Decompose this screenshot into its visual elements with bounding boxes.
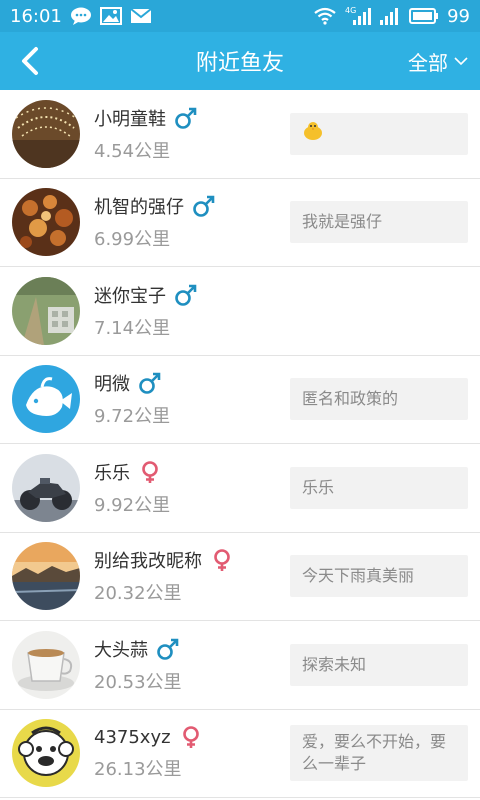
signature-box: 探索未知 [290,643,468,686]
status-bar: 16:01 4G 99 [0,0,480,32]
network-type-label: 4G [345,6,356,15]
signal-icon [379,6,401,26]
battery-icon [409,7,439,25]
list-item[interactable]: 乐乐 9.92公里 乐乐 [0,444,480,533]
signature-box: 今天下雨真美丽 [290,555,468,598]
list-item[interactable]: 4375xyz 26.13公里 爱，要么不开始，要么一辈子 [0,710,480,798]
list-item[interactable]: 明微 9.72公里 匿名和政策的 [0,356,480,444]
male-icon [192,194,216,218]
filter-label: 全部 [408,50,448,75]
female-icon [138,460,162,484]
avatar[interactable] [12,365,80,434]
male-icon [174,283,198,307]
list-item[interactable]: 机智的强仔 6.99公里 我就是强仔 [0,179,480,267]
distance: 4.54公里 [94,140,171,162]
signature-text: 探索未知 [302,654,367,674]
signature-box: 匿名和政策的 [290,378,468,421]
mail-icon [130,7,152,25]
user-name: 明微 [94,374,130,396]
male-icon [156,637,180,661]
user-name: 别给我改昵称 [94,551,202,573]
chick-emoji-icon [302,121,324,147]
distance: 6.99公里 [94,229,171,251]
list-item[interactable]: 别给我改昵称 20.32公里 今天下雨真美丽 [0,533,480,621]
user-name: 机智的强仔 [94,197,184,219]
signature-box: 爱，要么不开始，要么一辈子 [290,725,468,782]
distance: 26.13公里 [94,759,182,781]
user-name: 迷你宝子 [94,285,166,307]
male-icon [138,371,162,395]
avatar[interactable] [12,542,80,611]
signature-text: 我就是强仔 [302,212,383,232]
distance: 20.53公里 [94,671,182,693]
chat-bubble-icon [70,7,92,25]
image-icon [99,7,122,25]
user-name: 大头蒜 [94,639,148,661]
avatar[interactable] [12,276,80,345]
avatar[interactable] [12,188,80,257]
female-icon [210,548,234,572]
signature-box: 乐乐 [290,466,468,509]
list-item[interactable]: 迷你宝子 7.14公里 [0,267,480,356]
status-time: 16:01 [10,5,62,27]
back-button[interactable] [12,41,48,81]
signal-icon: 4G [345,6,372,26]
chevron-down-icon [454,57,468,66]
signature-text: 今天下雨真美丽 [302,566,415,586]
distance: 9.72公里 [94,406,171,428]
list-item[interactable]: 大头蒜 20.53公里 探索未知 [0,621,480,710]
signature-text: 爱，要么不开始，要么一辈子 [302,732,447,774]
user-name: 乐乐 [94,462,130,484]
avatar[interactable] [12,99,80,168]
nearby-user-list: 小明童鞋 4.54公里 机智的强仔 6.99公里 我就是强仔 迷你宝子 7.14… [0,90,480,798]
avatar[interactable] [12,453,80,522]
signature-box: 我就是强仔 [290,201,468,244]
signature-text: 乐乐 [302,477,335,497]
filter-dropdown[interactable]: 全部 [408,47,468,76]
male-icon [174,106,198,130]
user-name: 小明童鞋 [94,108,166,130]
user-name: 4375xyz [94,726,171,748]
signature-text: 匿名和政策的 [302,389,399,409]
battery-level: 99 [447,5,470,27]
female-icon [179,725,203,749]
wifi-icon [313,7,337,25]
avatar[interactable] [12,630,80,699]
chevron-left-icon [22,47,38,75]
distance: 7.14公里 [94,317,171,339]
title-bar: 附近鱼友 全部 [0,32,480,90]
list-item[interactable]: 小明童鞋 4.54公里 [0,90,480,179]
distance: 9.92公里 [94,494,171,516]
distance: 20.32公里 [94,583,182,605]
avatar[interactable] [12,719,80,788]
signature-box [290,112,468,155]
